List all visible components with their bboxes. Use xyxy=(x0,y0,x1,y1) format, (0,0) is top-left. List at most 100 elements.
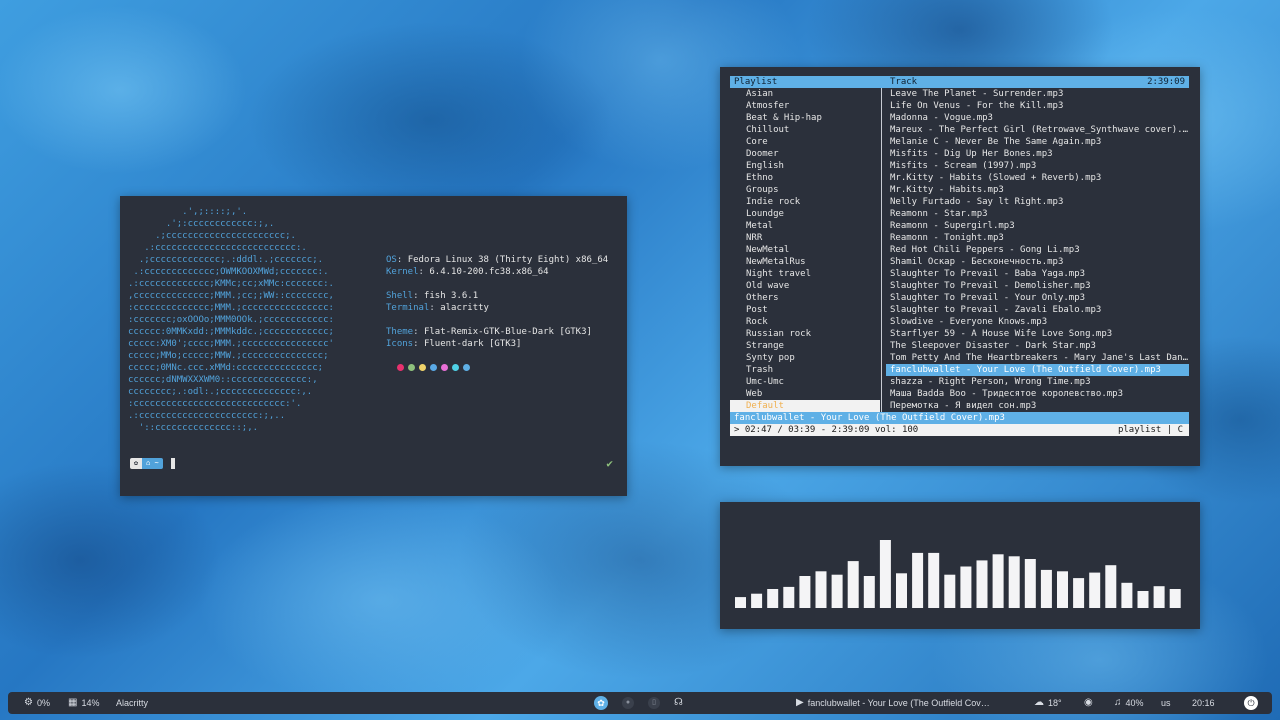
power-widget[interactable]: ⏻ xyxy=(1244,692,1258,714)
track-item[interactable]: Melanie C - Never Be The Same Again.mp3 xyxy=(886,136,1189,148)
playlist-item[interactable]: Indie rock xyxy=(730,196,880,208)
track-item[interactable]: Slaughter to Prevail - Zavali Ebalo.mp3 xyxy=(886,304,1189,316)
playlist-item[interactable]: Umc-Umc xyxy=(730,376,880,388)
workspace-2[interactable]: ● xyxy=(622,697,634,709)
playlist-item[interactable]: Default xyxy=(730,400,880,412)
track-item[interactable]: Tom Petty And The Heartbreakers - Mary J… xyxy=(886,352,1189,364)
playlist-item[interactable]: Ethno xyxy=(730,172,880,184)
track-item[interactable]: Misfits - Dig Up Her Bones.mp3 xyxy=(886,148,1189,160)
network-widget[interactable]: ◉ xyxy=(1084,692,1093,714)
cpu-widget[interactable]: ⚙ 0% xyxy=(24,692,50,714)
playlist-item[interactable]: Old wave xyxy=(730,280,880,292)
track-item[interactable]: Starflyer 59 - A House Wife Love Song.mp… xyxy=(886,328,1189,340)
visualizer-bar xyxy=(1040,569,1052,608)
track-item[interactable]: Nelly Furtado - Say lt Right.mp3 xyxy=(886,196,1189,208)
track-item[interactable]: Mr.Kitty - Habits (Slowed + Reverb).mp3 xyxy=(886,172,1189,184)
keyboard-layout[interactable]: us xyxy=(1161,692,1171,714)
cpu-icon: ⚙ xyxy=(24,697,33,708)
playlist-item[interactable]: Synty pop xyxy=(730,352,880,364)
track-item[interactable]: fanclubwallet - Your Love (The Outfield … xyxy=(886,364,1189,376)
info-kernel: Kernel: 6.4.10-200.fc38.x86_64 xyxy=(386,267,549,277)
weather-temp: 18° xyxy=(1048,698,1062,708)
track-item[interactable]: Reamonn - Tonight.mp3 xyxy=(886,232,1189,244)
terminal-window[interactable]: .',;::::;,'. .';:cccccccccccc:;,. .;cccc… xyxy=(120,196,627,496)
track-item[interactable]: Reamonn - Supergirl.mp3 xyxy=(886,220,1189,232)
track-item[interactable]: Маша Badda Boo - Тридесятое королевство.… xyxy=(886,388,1189,400)
playlist-item[interactable]: NRR xyxy=(730,232,880,244)
visualizer-bar xyxy=(1121,582,1133,608)
playlist-item[interactable]: Russian rock xyxy=(730,328,880,340)
playlist-item[interactable]: NewMetal xyxy=(730,244,880,256)
playlist-item[interactable]: Metal xyxy=(730,220,880,232)
playlist-list[interactable]: Asian Atmosfer Beat & Hip-hap Chillout Core D… xyxy=(730,88,880,412)
track-item[interactable]: Mareux - The Perfect Girl (Retrowave_Syn… xyxy=(886,124,1189,136)
playlist-item[interactable]: Night travel xyxy=(730,268,880,280)
track-item[interactable]: Slaughter To Prevail - Baba Yaga.mp3 xyxy=(886,268,1189,280)
headphones-icon[interactable]: ☊ xyxy=(674,692,683,714)
memory-widget[interactable]: ▦ 14% xyxy=(68,692,99,714)
visualizer-bar xyxy=(1153,586,1165,608)
player-mode: playlist | C xyxy=(1117,425,1183,435)
playlist-item[interactable]: Trash xyxy=(730,364,880,376)
visualizer-bar xyxy=(1008,556,1020,608)
playlist-item[interactable]: Atmosfer xyxy=(730,100,880,112)
visualizer-bar xyxy=(1169,589,1181,608)
track-item[interactable]: The Sleepover Disaster - Dark Star.mp3 xyxy=(886,340,1189,352)
volume-widget[interactable]: ♫ 40% xyxy=(1114,692,1144,714)
playlist-item[interactable]: Post xyxy=(730,304,880,316)
clock[interactable]: 20:16 xyxy=(1192,692,1215,714)
color-swatch xyxy=(452,364,459,371)
playlist-item[interactable]: NewMetalRus xyxy=(730,256,880,268)
track-item[interactable]: Slaughter To Prevail - Your Only.mp3 xyxy=(886,292,1189,304)
playlist-item[interactable]: Beat & Hip-hap xyxy=(730,112,880,124)
visualizer-bar xyxy=(896,573,907,608)
visualizer-bar xyxy=(879,540,891,608)
playlist-item[interactable]: Rock xyxy=(730,316,880,328)
track-list[interactable]: Leave The Planet - Surrender.mp3 Life On … xyxy=(886,88,1189,412)
weather-widget[interactable]: ☁ 18° xyxy=(1034,692,1062,714)
visualizer-bar xyxy=(799,576,811,608)
visualizer-bar xyxy=(751,593,763,608)
visualizer-bar xyxy=(976,560,988,608)
playlist-column-header: Playlist xyxy=(734,77,778,87)
track-item[interactable]: Shamil Оскар - Бесконечность.mp3 xyxy=(886,256,1189,268)
track-item[interactable]: Slowdive - Everyone Knows.mp3 xyxy=(886,316,1189,328)
playlist-item[interactable]: Asian xyxy=(730,88,880,100)
audio-visualizer-window xyxy=(720,502,1200,629)
playlist-item[interactable]: English xyxy=(730,160,880,172)
track-item[interactable]: Mr.Kitty - Habits.mp3 xyxy=(886,184,1189,196)
color-swatch xyxy=(463,364,470,371)
playlist-item[interactable]: Loundge xyxy=(730,208,880,220)
globe-icon: ◉ xyxy=(1084,697,1093,708)
track-item[interactable]: Leave The Planet - Surrender.mp3 xyxy=(886,88,1189,100)
playlist-item[interactable]: Core xyxy=(730,136,880,148)
shell-prompt[interactable]: ✿ ⌂ ~ xyxy=(130,458,175,469)
media-title: fanclubwallet - Your Love (The Outfield … xyxy=(807,698,990,708)
prompt-path: ⌂ ~ xyxy=(142,458,163,469)
track-item[interactable]: Life On Venus - For the Kill.mp3 xyxy=(886,100,1189,112)
music-player-window[interactable]: Playlist Track 2:39:09 Asian Atmosfer Beat… xyxy=(720,67,1200,466)
playlist-item[interactable]: Web xyxy=(730,388,880,400)
workspace-1[interactable]: ✿ xyxy=(594,696,608,710)
playlist-item[interactable]: Doomer xyxy=(730,148,880,160)
media-widget[interactable]: ▶ fanclubwallet - Your Love (The Outfiel… xyxy=(796,692,990,714)
track-column-header: Track xyxy=(890,77,918,87)
workspace-3[interactable]: ▯ xyxy=(648,697,660,709)
playlist-item[interactable]: Groups xyxy=(730,184,880,196)
checkmark-icon: ✔ xyxy=(606,457,613,470)
track-item[interactable]: Slaughter To Prevail - Demolisher.mp3 xyxy=(886,280,1189,292)
track-item[interactable]: Madonna - Vogue.mp3 xyxy=(886,112,1189,124)
track-item[interactable]: Reamonn - Star.mp3 xyxy=(886,208,1189,220)
track-item[interactable]: Перемотка - Я видел сон.mp3 xyxy=(886,400,1189,412)
playlist-item[interactable]: Strange xyxy=(730,340,880,352)
color-swatch xyxy=(430,364,437,371)
power-icon[interactable]: ⏻ xyxy=(1244,696,1258,710)
playlist-item[interactable]: Others xyxy=(730,292,880,304)
track-item[interactable]: Misfits - Scream (1997).mp3 xyxy=(886,160,1189,172)
system-info: OS: Fedora Linux 38 (Thirty Eight) x86_6… xyxy=(386,254,608,350)
track-item[interactable]: shazza - Right Person, Wrong Time.mp3 xyxy=(886,376,1189,388)
column-divider xyxy=(881,88,882,412)
playlist-item[interactable]: Chillout xyxy=(730,124,880,136)
visualizer-bar xyxy=(1057,571,1068,608)
track-item[interactable]: Red Hot Chili Peppers - Gong Li.mp3 xyxy=(886,244,1189,256)
